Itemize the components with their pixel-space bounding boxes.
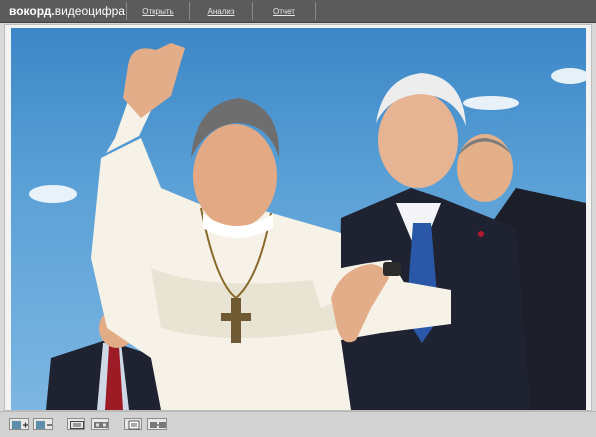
image-viewport[interactable]	[11, 28, 586, 410]
zoom-in-button[interactable]	[9, 418, 29, 430]
menu-separator	[315, 2, 316, 20]
export-icon	[150, 422, 166, 428]
menu-report[interactable]: Отчет	[253, 7, 315, 16]
film-strip-icon	[94, 422, 108, 428]
image-viewer-frame	[4, 24, 592, 411]
bottom-toolbar	[0, 411, 596, 437]
menu-analysis[interactable]: Анализ	[190, 7, 252, 16]
print-icon	[128, 420, 140, 430]
zoom-in-icon	[12, 421, 28, 429]
zoom-out-button[interactable]	[33, 418, 53, 430]
zoom-out-icon	[36, 421, 52, 429]
photo-figures	[46, 43, 586, 410]
menu-open[interactable]: Открыть	[127, 7, 189, 16]
app-window: вокорд.видеоцифра Открыть Анализ Отчет	[0, 0, 596, 437]
fit-frame-button[interactable]	[67, 418, 85, 430]
brand-rest: видеоцифра	[54, 4, 125, 18]
fit-frame-icon	[70, 421, 84, 429]
brand-bold: вокорд.	[9, 4, 55, 18]
film-strip-button[interactable]	[91, 418, 109, 430]
print-button[interactable]	[124, 418, 142, 430]
brand-logo: вокорд.видеоцифра	[0, 4, 126, 18]
top-menu-bar: вокорд.видеоцифра Открыть Анализ Отчет	[0, 0, 596, 23]
export-button[interactable]	[147, 418, 167, 430]
